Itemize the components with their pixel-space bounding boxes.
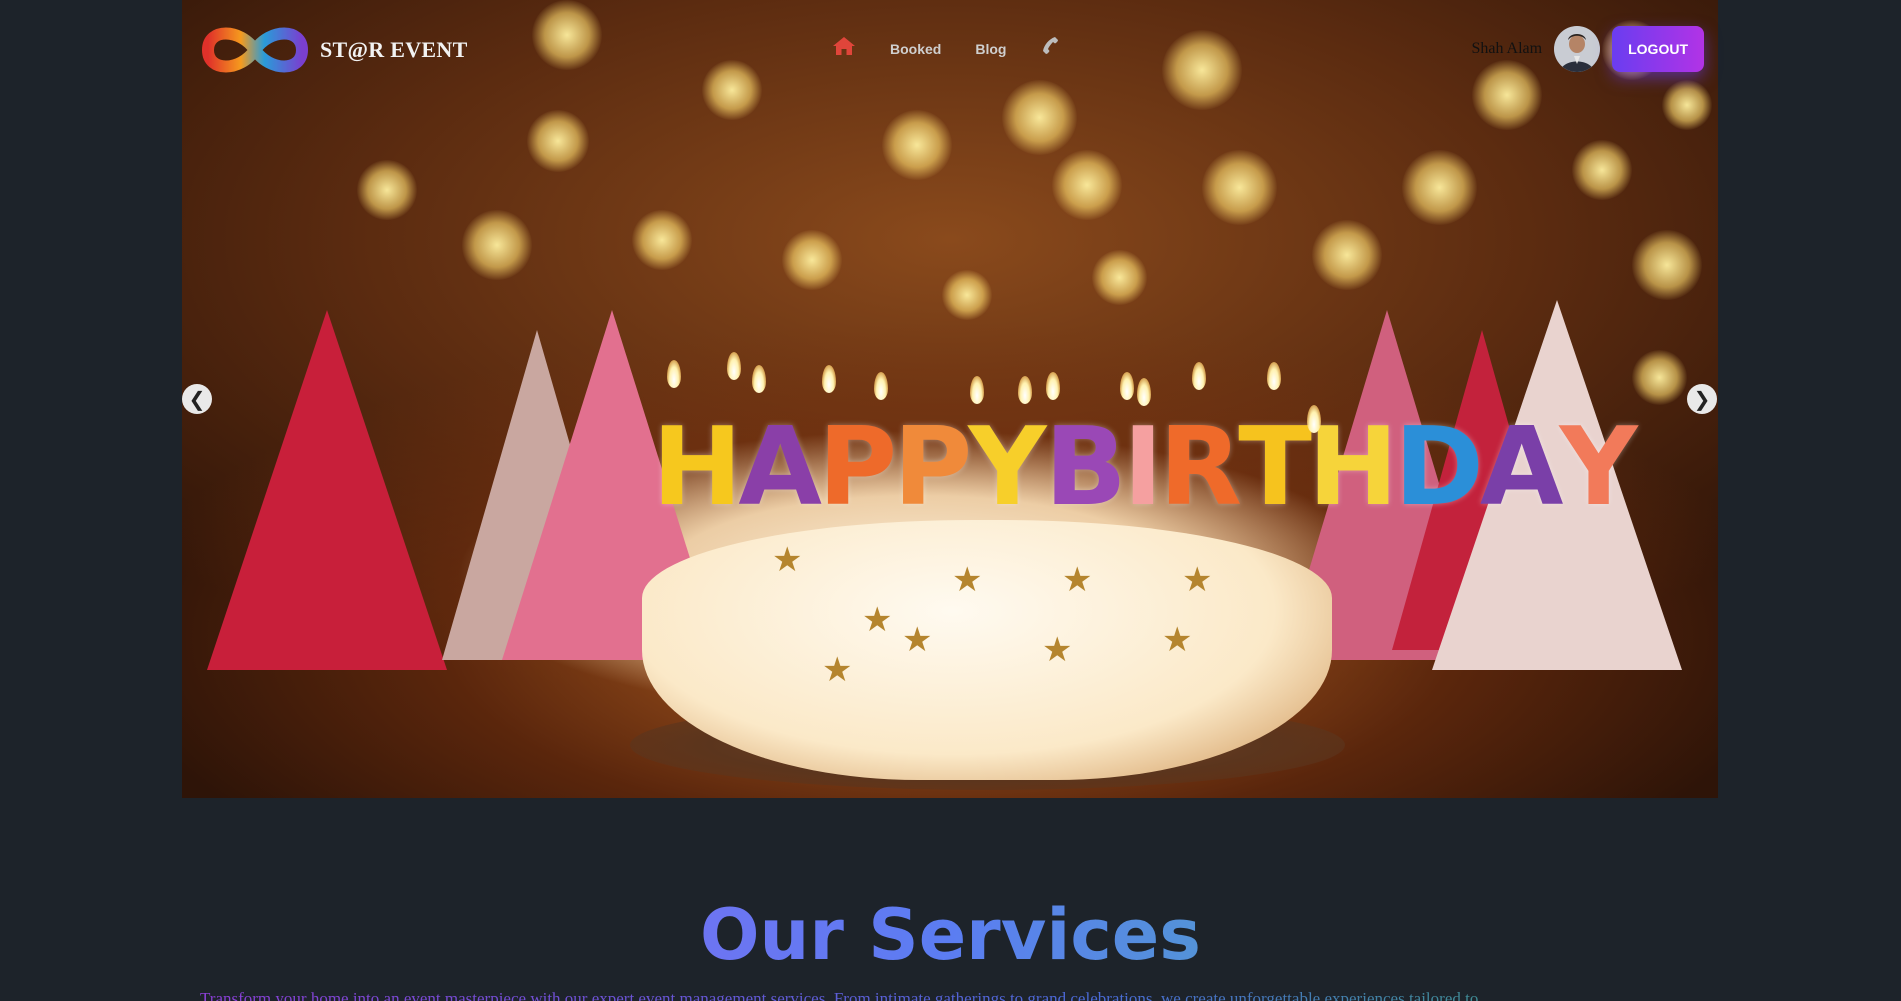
navbar: ST@R EVENT Booked Blog Shah Alam LOGOUT	[182, 0, 1718, 100]
hero-carousel: ★ ★ ★ ★ ★ ★ ★ ★ ★ H A P P Y B I R T H D …	[182, 0, 1718, 798]
candle-flame	[822, 365, 836, 393]
carousel-prev-button[interactable]: ❮	[182, 384, 212, 414]
candle-flame	[1267, 362, 1281, 390]
phone-icon[interactable]	[1040, 36, 1060, 61]
birthday-cake	[642, 520, 1332, 780]
star-decoration: ★	[822, 650, 853, 690]
bokeh-light	[882, 110, 952, 180]
chevron-left-icon: ❮	[188, 387, 206, 411]
services-description: Transform your home into an event master…	[200, 988, 1700, 1001]
carousel-next-button[interactable]: ❯	[1687, 384, 1717, 414]
bokeh-light	[357, 160, 417, 220]
candle-flame	[727, 352, 741, 380]
star-decoration: ★	[1182, 560, 1213, 600]
candle-flame	[1120, 372, 1134, 400]
candle-flame	[874, 372, 888, 400]
bokeh-light	[1402, 150, 1477, 225]
party-hat	[207, 310, 447, 670]
brand-logo[interactable]: ST@R EVENT	[200, 22, 468, 78]
bokeh-light	[1092, 250, 1147, 305]
bokeh-light	[632, 210, 692, 270]
main-nav: Booked Blog	[832, 36, 1060, 61]
page: ★ ★ ★ ★ ★ ★ ★ ★ ★ H A P P Y B I R T H D …	[0, 0, 1901, 1001]
logout-button[interactable]: LOGOUT	[1612, 26, 1704, 72]
candle-flame	[752, 365, 766, 393]
candle-flame	[667, 360, 681, 388]
infinity-logo-icon	[201, 27, 309, 73]
avatar[interactable]	[1554, 26, 1601, 72]
candle-flame	[970, 376, 984, 404]
services-title: Our Services	[0, 890, 1901, 980]
user-area: Shah Alam LOGOUT	[1471, 26, 1704, 72]
candle-flame	[1046, 372, 1060, 400]
star-decoration: ★	[862, 600, 893, 640]
bokeh-light	[782, 230, 842, 290]
bokeh-light	[1632, 230, 1702, 300]
star-decoration: ★	[952, 560, 983, 600]
bokeh-light	[1202, 150, 1277, 225]
user-name: Shah Alam	[1471, 40, 1543, 57]
star-decoration: ★	[902, 620, 933, 660]
avatar-photo	[1554, 26, 1601, 72]
star-decoration: ★	[1062, 560, 1093, 600]
candle-flame	[1018, 376, 1032, 404]
bokeh-light	[1052, 150, 1122, 220]
candle-flame	[1192, 362, 1206, 390]
star-decoration: ★	[772, 540, 803, 580]
brand-name: ST@R EVENT	[320, 37, 468, 62]
star-decoration: ★	[1042, 630, 1073, 670]
nav-link-booked[interactable]: Booked	[890, 41, 941, 57]
chevron-right-icon: ❯	[1693, 387, 1711, 411]
birthday-candles: H A P P Y B I R T H D A Y	[652, 405, 1638, 530]
bokeh-light	[942, 270, 992, 320]
bokeh-light	[527, 110, 589, 172]
candle-flame	[1137, 378, 1151, 406]
star-decoration: ★	[1162, 620, 1193, 660]
bokeh-light	[1572, 140, 1632, 200]
bokeh-light	[1312, 220, 1382, 290]
candle-flame	[1307, 405, 1321, 433]
nav-link-blog[interactable]: Blog	[975, 41, 1006, 57]
bokeh-light	[462, 210, 532, 280]
home-icon[interactable]	[832, 36, 856, 61]
